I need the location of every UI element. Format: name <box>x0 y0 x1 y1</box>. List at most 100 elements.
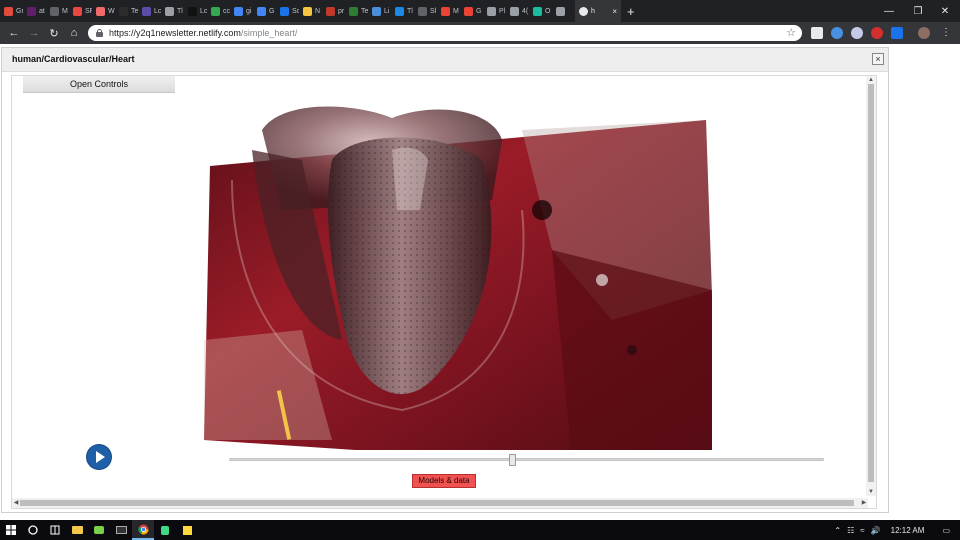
browser-tab[interactable]: Te <box>345 0 368 22</box>
tab-label: G <box>269 7 275 15</box>
tab-favicon-icon <box>27 6 36 16</box>
tab-label: SF <box>85 7 92 15</box>
browser-tab[interactable]: Lc <box>184 0 207 22</box>
minimize-button[interactable]: — <box>874 0 904 22</box>
browser-tab[interactable]: 4( <box>506 0 529 22</box>
tab-label: N <box>315 7 321 15</box>
scroll-left-icon[interactable]: ◀ <box>12 498 20 508</box>
tab-favicon-icon <box>257 6 266 16</box>
tab-favicon-icon <box>303 6 312 16</box>
maximize-button[interactable]: ❐ <box>903 0 933 22</box>
tab-label: Lc <box>200 7 207 15</box>
tab-favicon-icon <box>349 6 358 16</box>
browser-tab[interactable]: Gr <box>0 0 23 22</box>
browser-tab[interactable]: pr <box>322 0 345 22</box>
sticky-notes-icon[interactable] <box>176 520 198 540</box>
extension-icon-2[interactable] <box>831 27 843 39</box>
bookmark-star-icon[interactable]: ☆ <box>786 26 796 39</box>
browser-tab[interactable]: Tl <box>161 0 184 22</box>
vertical-scroll-thumb[interactable] <box>868 84 874 482</box>
tab-label: M <box>62 7 68 15</box>
tab-close-icon[interactable]: × <box>612 7 617 16</box>
tab-favicon-icon <box>119 6 128 16</box>
window-close-button[interactable]: ✕ <box>930 0 960 22</box>
ublock-icon[interactable] <box>871 27 883 39</box>
viewer-dialog: human/Cardiovascular/Heart × Open Contro… <box>1 47 889 513</box>
network-icon[interactable]: ☷ <box>847 526 854 535</box>
scroll-down-icon[interactable]: ▼ <box>866 488 876 496</box>
browser-tab[interactable]: Te <box>115 0 138 22</box>
browser-menu-icon[interactable]: ⋮ <box>940 27 952 39</box>
tab-label: cc <box>223 7 230 15</box>
tab-favicon-icon <box>142 6 151 16</box>
wifi-icon[interactable]: ≈ <box>860 526 864 535</box>
browser-tab[interactable]: at <box>23 0 46 22</box>
tab-label: pr <box>338 7 345 15</box>
heart-3d-scene[interactable] <box>192 90 712 450</box>
tab-label: M <box>453 7 459 15</box>
extension-icon-5[interactable] <box>891 27 903 39</box>
file-explorer-icon[interactable] <box>66 520 88 540</box>
home-icon[interactable]: ⌂ <box>64 22 84 44</box>
forward-arrow-icon[interactable]: → <box>24 22 44 44</box>
open-controls-button[interactable]: Open Controls <box>23 76 175 93</box>
browser-tab[interactable]: O <box>529 0 552 22</box>
scroll-right-icon[interactable]: ▶ <box>860 498 868 508</box>
vertical-scrollbar[interactable]: ▲ ▼ <box>866 76 876 496</box>
terminal-icon[interactable] <box>110 520 132 540</box>
browser-tab[interactable]: Sc <box>276 0 299 22</box>
browser-tab[interactable]: G <box>253 0 276 22</box>
profile-avatar[interactable] <box>918 27 930 39</box>
tab-favicon-icon <box>556 6 565 16</box>
browser-tab[interactable]: Pl <box>483 0 506 22</box>
heart-viewer-frame[interactable]: Open Controls Models & data ▲ ▼ ◀ ▶ <box>11 75 877 509</box>
windows-start-icon[interactable] <box>0 520 22 540</box>
dialog-close-button[interactable]: × <box>872 53 884 65</box>
extension-icon-3[interactable] <box>851 27 863 39</box>
horizontal-scroll-thumb[interactable] <box>20 500 854 506</box>
timeline-slider-thumb[interactable] <box>508 454 516 466</box>
tray-expand-icon[interactable]: ⌃ <box>834 526 841 535</box>
browser-tab[interactable]: Sl <box>414 0 437 22</box>
volume-icon[interactable]: 🔊 <box>871 526 881 535</box>
tab-label: Tl <box>407 7 413 15</box>
tab-label: Sc <box>292 7 299 15</box>
cortana-search-icon[interactable] <box>22 520 44 540</box>
back-arrow-icon[interactable]: ← <box>4 22 24 44</box>
horizontal-scrollbar[interactable]: ◀ ▶ <box>12 498 868 508</box>
browser-tab[interactable]: M <box>46 0 69 22</box>
play-button[interactable] <box>87 445 111 469</box>
url-path: /simple_heart/ <box>240 28 298 38</box>
browser-tab[interactable]: N <box>299 0 322 22</box>
browser-tab[interactable] <box>552 0 575 22</box>
reload-icon[interactable]: ↻ <box>44 22 64 44</box>
browser-tab[interactable]: G <box>460 0 483 22</box>
dialog-header: human/Cardiovascular/Heart × <box>2 48 888 72</box>
chrome-taskbar-icon[interactable] <box>132 520 154 540</box>
tab-label: gi <box>246 7 252 15</box>
browser-tab[interactable]: Tl <box>391 0 414 22</box>
extension-icon-1[interactable] <box>811 27 823 39</box>
android-app-icon[interactable] <box>154 520 176 540</box>
tab-favicon-icon <box>96 6 105 16</box>
browser-tab[interactable]: cc <box>207 0 230 22</box>
tab-label: at <box>39 7 45 15</box>
browser-tab[interactable]: gi <box>230 0 253 22</box>
new-tab-button[interactable]: + <box>627 4 641 19</box>
browser-tab[interactable]: M <box>437 0 460 22</box>
messaging-app-icon[interactable] <box>88 520 110 540</box>
action-center-icon[interactable]: ▭ <box>942 526 950 535</box>
browser-tab[interactable]: W <box>92 0 115 22</box>
browser-tab[interactable]: SF <box>69 0 92 22</box>
browser-tab[interactable]: Lc <box>138 0 161 22</box>
browser-tab[interactable]: Li <box>368 0 391 22</box>
taskbar-clock[interactable]: 12:12 AM <box>891 526 925 535</box>
models-data-button[interactable]: Models & data <box>412 474 476 488</box>
timeline-slider[interactable] <box>229 454 824 466</box>
tab-favicon-icon <box>211 6 220 16</box>
address-bar[interactable]: https://y2q1newsletter.netlify.com/simpl… <box>88 25 802 41</box>
scroll-up-icon[interactable]: ▲ <box>866 76 876 84</box>
task-view-icon[interactable] <box>44 520 66 540</box>
active-browser-tab[interactable]: h × <box>575 0 621 22</box>
tab-label: Sl <box>430 7 437 15</box>
